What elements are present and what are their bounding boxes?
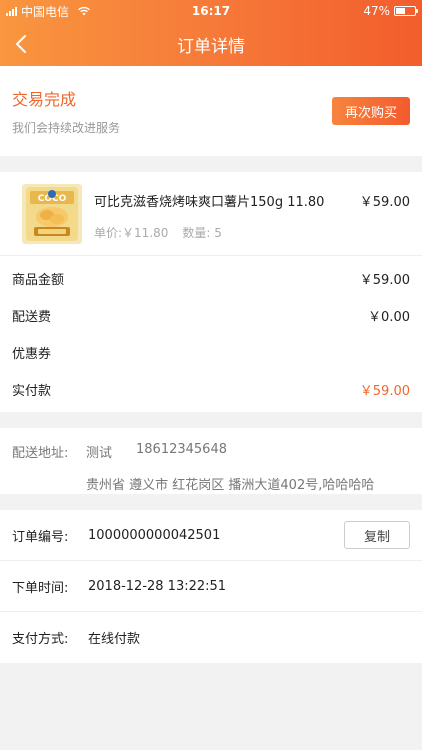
- order-status-section: 交易完成 我们会持续改进服务 再次购买: [0, 66, 422, 156]
- address-detail: 贵州省 遵义市 红花岗区 播洲大道402号,哈哈哈哈: [86, 478, 375, 493]
- recipient-phone: 18612345648: [136, 442, 227, 457]
- wifi-icon: [78, 6, 90, 16]
- amount-label: 商品金额: [12, 273, 65, 288]
- order-detail-section: COCO 可比克滋香烧烤味爽口薯片150g 11.80 ￥59.00 单价:￥1…: [0, 172, 422, 412]
- amounts-list: 商品金额 ￥59.00 配送费 ￥0.00 优惠券 实付款 ￥59.00: [0, 256, 422, 412]
- payment-method-label: 支付方式:: [12, 632, 69, 647]
- header: 中国电信 16:17 47% 订单详情: [0, 0, 422, 66]
- signal-icon: [6, 6, 17, 16]
- back-arrow-icon[interactable]: [12, 32, 32, 56]
- amount-label: 配送费: [12, 310, 52, 325]
- order-number: 1000000000042501: [88, 527, 221, 543]
- amount-value: ￥0.00: [368, 310, 410, 325]
- carrier-name: 中国电信: [21, 4, 70, 19]
- amount-label: 实付款: [12, 384, 52, 399]
- product-quantity: 数量: 5: [182, 226, 222, 240]
- recipient-name: 测试: [86, 446, 113, 461]
- product-unit-price: 单价:￥11.80: [94, 226, 169, 240]
- product-item[interactable]: COCO 可比克滋香烧烤味爽口薯片150g 11.80 ￥59.00 单价:￥1…: [0, 172, 422, 256]
- amount-label: 优惠券: [12, 347, 52, 362]
- order-time: 2018-12-28 13:22:51: [88, 578, 227, 594]
- navbar: 订单详情: [0, 22, 422, 66]
- payment-method: 在线付款: [88, 632, 141, 647]
- amount-row-coupon: 优惠券: [0, 334, 422, 371]
- payment-method-row: 支付方式: 在线付款: [0, 612, 422, 663]
- product-name: 可比克滋香烧烤味爽口薯片150g 11.80: [94, 195, 325, 210]
- battery-percent: 47%: [363, 4, 390, 18]
- order-time-label: 下单时间:: [12, 580, 69, 596]
- order-number-row: 订单编号: 1000000000042501 复制: [0, 510, 422, 561]
- order-time-row: 下单时间: 2018-12-28 13:22:51: [0, 561, 422, 612]
- battery-icon: [394, 6, 418, 16]
- page-title: 订单详情: [177, 36, 245, 57]
- status-bar: 中国电信 16:17 47%: [0, 0, 422, 22]
- amount-paid-value: ￥59.00: [359, 384, 410, 399]
- product-price: ￥59.00: [359, 195, 410, 210]
- order-number-label: 订单编号:: [12, 529, 69, 545]
- status-time: 16:17: [191, 4, 231, 18]
- address-label: 配送地址:: [12, 446, 69, 461]
- amount-row-goods: 商品金额 ￥59.00: [0, 260, 422, 297]
- copy-button[interactable]: 复制: [344, 521, 410, 549]
- rebuy-button[interactable]: 再次购买: [332, 97, 410, 125]
- order-info-section: 订单编号: 1000000000042501 复制 下单时间: 2018-12-…: [0, 510, 422, 663]
- delivery-address: 配送地址: 测试 18612345648 贵州省 遵义市 红花岗区 播洲大道40…: [0, 428, 422, 494]
- chips-product-image[interactable]: COCO: [22, 184, 82, 244]
- amount-row-delivery: 配送费 ￥0.00: [0, 297, 422, 334]
- amount-value: ￥59.00: [359, 273, 410, 288]
- amount-row-paid: 实付款 ￥59.00: [0, 371, 422, 408]
